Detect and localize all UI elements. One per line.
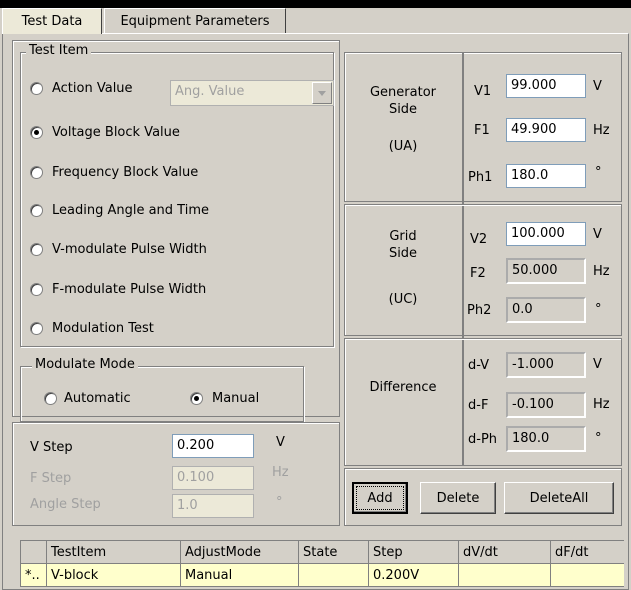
v1-input[interactable]: 99.000 xyxy=(506,74,586,98)
radio-test-item-5[interactable] xyxy=(30,283,43,296)
ph1-input[interactable]: 180.0 xyxy=(506,164,586,188)
radio-automatic[interactable] xyxy=(44,392,57,405)
radio-test-item-3[interactable] xyxy=(30,204,43,217)
radio-test-item-0[interactable] xyxy=(30,82,43,95)
modulate-mode-group xyxy=(20,366,304,422)
radio-manual[interactable] xyxy=(190,392,203,405)
table-cell xyxy=(298,563,369,587)
column-header[interactable]: AdjustMode xyxy=(180,540,299,564)
table-row[interactable]: *.. V-block Manual 0.200V xyxy=(20,563,624,587)
df-unit: Hz xyxy=(593,397,610,412)
radio-test-item-1[interactable] xyxy=(30,126,43,139)
table-cell: 0.200V xyxy=(368,563,459,587)
chevron-down-icon xyxy=(318,91,326,96)
tab-test-data[interactable]: Test Data xyxy=(2,8,102,34)
angle-step-label: Angle Step xyxy=(30,497,101,512)
v2-label: V2 xyxy=(470,232,488,247)
column-header[interactable]: dF/dt xyxy=(550,540,624,564)
ph2-unit: ° xyxy=(595,302,602,317)
f-step-input[interactable]: 0.100 xyxy=(172,466,254,490)
v-step-label: V Step xyxy=(30,440,73,455)
ph2-readonly: 0.0 xyxy=(506,297,586,323)
df-label: d-F xyxy=(468,398,489,413)
v1-unit: V xyxy=(593,79,602,94)
f1-label: F1 xyxy=(474,123,490,138)
radio-test-item-6[interactable] xyxy=(30,322,43,335)
radio-test-item-4[interactable] xyxy=(30,243,43,256)
delete-button[interactable]: Delete xyxy=(420,482,496,514)
v-step-unit: V xyxy=(276,435,285,450)
f-step-label: F Step xyxy=(30,471,72,486)
test-list-table-wrapper: TestItem AdjustMode State Step dV/dt dF/dt *.… xyxy=(20,540,624,590)
add-button[interactable]: Add xyxy=(352,482,408,514)
angle-step-unit: ° xyxy=(276,495,283,510)
dv-readonly: -1.000 xyxy=(506,352,586,378)
table-cell: V-block xyxy=(46,563,181,587)
test-item-option-label: Leading Angle and Time xyxy=(52,203,209,218)
test-item-option-label: F-modulate Pulse Width xyxy=(52,282,207,297)
window-top-edge xyxy=(0,0,631,8)
f1-unit: Hz xyxy=(593,123,610,138)
modulate-mode-legend: Modulate Mode xyxy=(32,357,138,372)
test-item-option-label: Voltage Block Value xyxy=(52,125,180,140)
angle-value-combo[interactable]: Ang. Value xyxy=(170,80,334,106)
table-cell: Manual xyxy=(180,563,299,587)
f2-label: F2 xyxy=(470,266,486,281)
test-list-table: TestItem AdjustMode State Step dV/dt dF/dt *.… xyxy=(20,540,624,587)
radio-automatic-label: Automatic xyxy=(64,391,131,406)
ph1-label: Ph1 xyxy=(468,170,493,185)
column-header[interactable]: Step xyxy=(368,540,459,564)
column-header[interactable]: TestItem xyxy=(46,540,181,564)
test-item-option-label: Action Value xyxy=(52,81,133,96)
v2-input[interactable]: 100.000 xyxy=(506,222,586,246)
v2-unit: V xyxy=(593,227,602,242)
tab-equipment-parameters-label: Equipment Parameters xyxy=(120,14,270,29)
difference-title: Difference xyxy=(369,380,437,395)
angle-step-input[interactable]: 1.0 xyxy=(172,494,254,518)
column-header[interactable]: dV/dt xyxy=(458,540,551,564)
dv-unit: V xyxy=(593,357,602,372)
delete-all-button[interactable]: DeleteAll xyxy=(504,482,614,514)
f2-readonly: 50.000 xyxy=(506,258,586,284)
test-item-legend: Test Item xyxy=(26,43,92,58)
tab-equipment-parameters[interactable]: Equipment Parameters xyxy=(104,8,286,34)
tab-test-data-label: Test Data xyxy=(21,14,83,29)
table-body: *.. V-block Manual 0.200V xyxy=(20,563,624,587)
table-cell xyxy=(458,563,551,587)
v-step-input[interactable]: 0.200 xyxy=(172,434,254,458)
delete-all-button-label: DeleteAll xyxy=(529,490,589,506)
table-cell xyxy=(550,563,624,587)
df-readonly: -0.100 xyxy=(506,392,586,418)
f2-unit: Hz xyxy=(593,264,610,279)
f-step-unit: Hz xyxy=(272,465,289,480)
dph-unit: ° xyxy=(595,431,602,446)
radio-test-item-2[interactable] xyxy=(30,166,43,179)
v1-label: V1 xyxy=(474,84,492,99)
angle-value-combo-text: Ang. Value xyxy=(175,84,245,99)
table-header-row: TestItem AdjustMode State Step dV/dt dF/dt xyxy=(20,540,624,564)
dph-readonly: 180.0 xyxy=(506,426,586,452)
dv-label: d-V xyxy=(468,358,490,373)
radio-manual-label: Manual xyxy=(212,391,260,406)
add-button-label: Add xyxy=(367,490,393,506)
test-item-option-label: Modulation Test xyxy=(52,321,154,336)
column-header[interactable] xyxy=(20,540,47,564)
ph1-unit: ° xyxy=(595,165,602,180)
combo-dropdown-button[interactable] xyxy=(312,82,332,104)
dph-label: d-Ph xyxy=(468,432,498,447)
generator-side-title: Generator Side xyxy=(369,85,436,117)
delete-button-label: Delete xyxy=(436,490,480,506)
ph2-label: Ph2 xyxy=(467,303,492,318)
test-item-option-label: Frequency Block Value xyxy=(52,165,199,180)
test-item-option-label: V-modulate Pulse Width xyxy=(52,242,207,257)
generator-side-code: (UA) xyxy=(388,139,418,154)
grid-side-title: Grid Side xyxy=(388,229,418,261)
f1-input[interactable]: 49.900 xyxy=(506,118,586,142)
column-header[interactable]: State xyxy=(298,540,369,564)
table-cell: *.. xyxy=(20,563,47,587)
grid-side-code: (UC) xyxy=(388,292,418,307)
